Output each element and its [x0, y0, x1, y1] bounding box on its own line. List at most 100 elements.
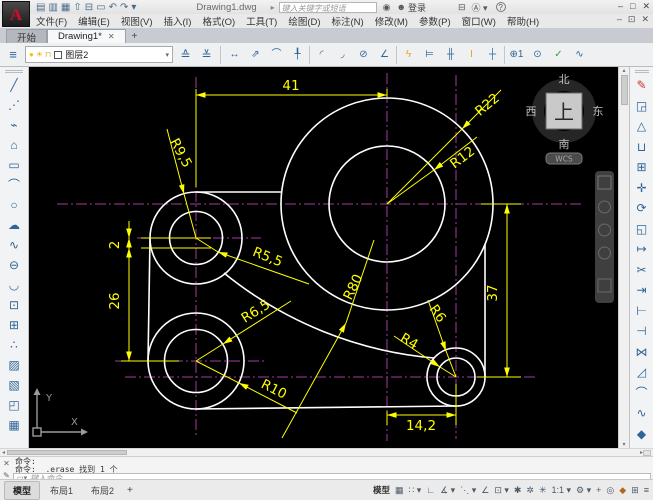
qat-save-as[interactable]: ▦	[61, 2, 70, 13]
draw-tool-table[interactable]: ▦	[3, 415, 25, 435]
draw-tool-insert-block[interactable]: ⊡	[3, 295, 25, 315]
command-close-icon[interactable]: ✕	[3, 459, 10, 468]
modify-tool-rotate[interactable]: ⟳	[631, 198, 653, 219]
modify-tool-scale[interactable]: ◱	[631, 219, 653, 240]
doc-restore-button[interactable]: ⊡	[628, 14, 636, 25]
status-isometric-drafting[interactable]: ⋱ ▾	[460, 485, 476, 496]
tab-drawing1[interactable]: Drawing1* ✕	[47, 29, 126, 43]
status-ortho-mode[interactable]: ∟	[426, 485, 435, 495]
modify-tool-break-at-point[interactable]: ⊢	[631, 301, 653, 322]
compass-top-face[interactable]: 上	[554, 100, 574, 124]
maximize-button[interactable]: □	[630, 1, 635, 12]
app-logo-icon[interactable]: A	[2, 1, 30, 27]
dim-diameter[interactable]: ⊘	[353, 45, 374, 65]
menu-edit[interactable]: 编辑(E)	[78, 14, 110, 28]
layout-tab-layout2[interactable]: 布局2	[83, 482, 122, 499]
status-annotation-visibility[interactable]: ✱	[514, 485, 522, 496]
dim-jogged[interactable]: ◞	[332, 45, 353, 65]
draw-tool-spline[interactable]: ∿	[3, 235, 25, 255]
draw-tool-circle[interactable]: ○	[3, 195, 25, 215]
menu-modify[interactable]: 修改(M)	[375, 14, 408, 28]
menu-view[interactable]: 视图(V)	[121, 14, 153, 28]
modify-tool-blend-curves[interactable]: ∿	[631, 403, 653, 424]
modify-tool-extend[interactable]: ⇥	[631, 280, 653, 301]
status-isolate-objects[interactable]: ◎	[606, 485, 614, 496]
dim-baseline[interactable]: ⊨	[419, 45, 440, 65]
qat-save[interactable]: ▥	[48, 2, 57, 13]
status-snap-mode[interactable]: ∷ ▾	[409, 485, 422, 496]
modify-tool-array[interactable]: ⊞	[631, 157, 653, 178]
vscroll-thumb[interactable]	[621, 75, 628, 105]
menu-file[interactable]: 文件(F)	[36, 14, 67, 28]
menu-window[interactable]: 窗口(W)	[462, 14, 496, 28]
status-polar-tracking[interactable]: ∡ ▾	[440, 485, 455, 496]
modify-tool-fillet[interactable]: ⌒	[631, 383, 653, 404]
dim-linear[interactable]: ↔	[224, 45, 245, 65]
compass-east[interactable]: 东	[593, 105, 604, 118]
qat-customize-dropdown[interactable]: ▾	[131, 2, 136, 13]
store-cart-icon[interactable]: ⊟	[458, 2, 466, 13]
modify-tool-stretch[interactable]: ↦	[631, 239, 653, 260]
draw-tool-gradient[interactable]: ▧	[3, 375, 25, 395]
layer-properties[interactable]: ≚	[196, 45, 217, 65]
scroll-down-icon[interactable]: ▾	[622, 441, 625, 448]
status-crosshair-toggle[interactable]: +	[596, 485, 601, 495]
horizontal-scrollbar[interactable]: ◂ ▸	[0, 448, 653, 456]
menu-format[interactable]: 格式(O)	[202, 14, 235, 28]
modify-tool-erase[interactable]: ✎	[631, 75, 653, 96]
dim-break[interactable]: ┼	[482, 45, 503, 65]
menu-tools[interactable]: 工具(T)	[246, 14, 277, 28]
close-button[interactable]: ✕	[642, 1, 650, 12]
draw-tool-polygon[interactable]: ⌂	[3, 135, 25, 155]
draw-tool-revision-cloud[interactable]: ☁	[3, 215, 25, 235]
draw-tool-ellipse-arc[interactable]: ◡	[3, 275, 25, 295]
compass-west[interactable]: 西	[526, 105, 537, 118]
dim-ordinate[interactable]: ╀	[287, 45, 308, 65]
navigation-bar[interactable]	[595, 171, 614, 303]
draw-tool-create-block[interactable]: ⊞	[3, 315, 25, 335]
doc-minimize-button[interactable]: –	[617, 14, 622, 25]
toolbar-grip[interactable]	[5, 70, 23, 73]
scroll-up-icon[interactable]: ▴	[622, 67, 625, 74]
search-input[interactable]: 键入关键字或短语	[279, 2, 377, 13]
status-annotation-scale-sync[interactable]: ✳	[539, 485, 547, 496]
search-expand-arrow[interactable]: ▸	[271, 3, 275, 12]
menu-insert[interactable]: 插入(I)	[163, 14, 191, 28]
dim-spacing[interactable]: I	[461, 45, 482, 65]
menu-help[interactable]: 帮助(H)	[507, 14, 539, 28]
share-icon[interactable]: Ⓐ ▾	[472, 1, 488, 14]
dim-arc-length[interactable]: ⌒	[266, 45, 287, 65]
make-object-layer-current[interactable]: ≙	[175, 45, 196, 65]
search-icon[interactable]: ◉	[383, 2, 391, 13]
dim-continue[interactable]: ╫	[440, 45, 461, 65]
bottom-edge[interactable]	[196, 406, 456, 409]
modify-tool-explode[interactable]: ◆	[631, 424, 653, 445]
modify-tool-chamfer[interactable]: ◿	[631, 362, 653, 383]
signin-link[interactable]: 登录	[408, 1, 426, 14]
status-model-paper-toggle[interactable]: 模型	[373, 484, 390, 496]
center-mark[interactable]: ⊙	[527, 45, 548, 65]
status-autoscale[interactable]: ✲	[526, 485, 534, 496]
qat-print[interactable]: ⊟	[85, 2, 93, 13]
vertical-scrollbar[interactable]: ▴ ▾	[618, 67, 629, 448]
status-workspace-settings[interactable]: ⚙ ▾	[576, 485, 591, 496]
layer-dropdown[interactable]: ●☀⊓ 图层2 ▾	[25, 46, 173, 63]
draw-tool-rectangle[interactable]: ▭	[3, 155, 25, 175]
qat-new-sheet[interactable]: ▭	[96, 2, 105, 13]
tab-start[interactable]: 开始	[6, 29, 47, 43]
new-tab-button[interactable]: +	[132, 31, 138, 43]
resize-corner[interactable]	[643, 450, 651, 456]
view-compass[interactable]: 上 北 南 西 东 WCS	[526, 73, 604, 164]
drawing-canvas[interactable]: 41 2 26 37 14,2 R22 R12 R9,5 R5,5 R6,5 R…	[29, 67, 618, 448]
dim-aligned[interactable]: ⇗	[245, 45, 266, 65]
draw-tool-arc[interactable]: ⌒	[3, 175, 25, 195]
toolbar-grip[interactable]	[635, 70, 649, 73]
qat-undo[interactable]: ↶	[109, 2, 117, 13]
dim-radius[interactable]: ◜	[311, 45, 332, 65]
part-geometry[interactable]	[148, 98, 493, 409]
compass-south[interactable]: 南	[559, 138, 570, 151]
status-hardware-acceleration[interactable]: ◆	[619, 485, 626, 496]
modify-tool-trim[interactable]: ✂	[631, 260, 653, 281]
dim-update[interactable]: ✓	[548, 45, 569, 65]
menu-draw[interactable]: 绘图(D)	[288, 14, 320, 28]
